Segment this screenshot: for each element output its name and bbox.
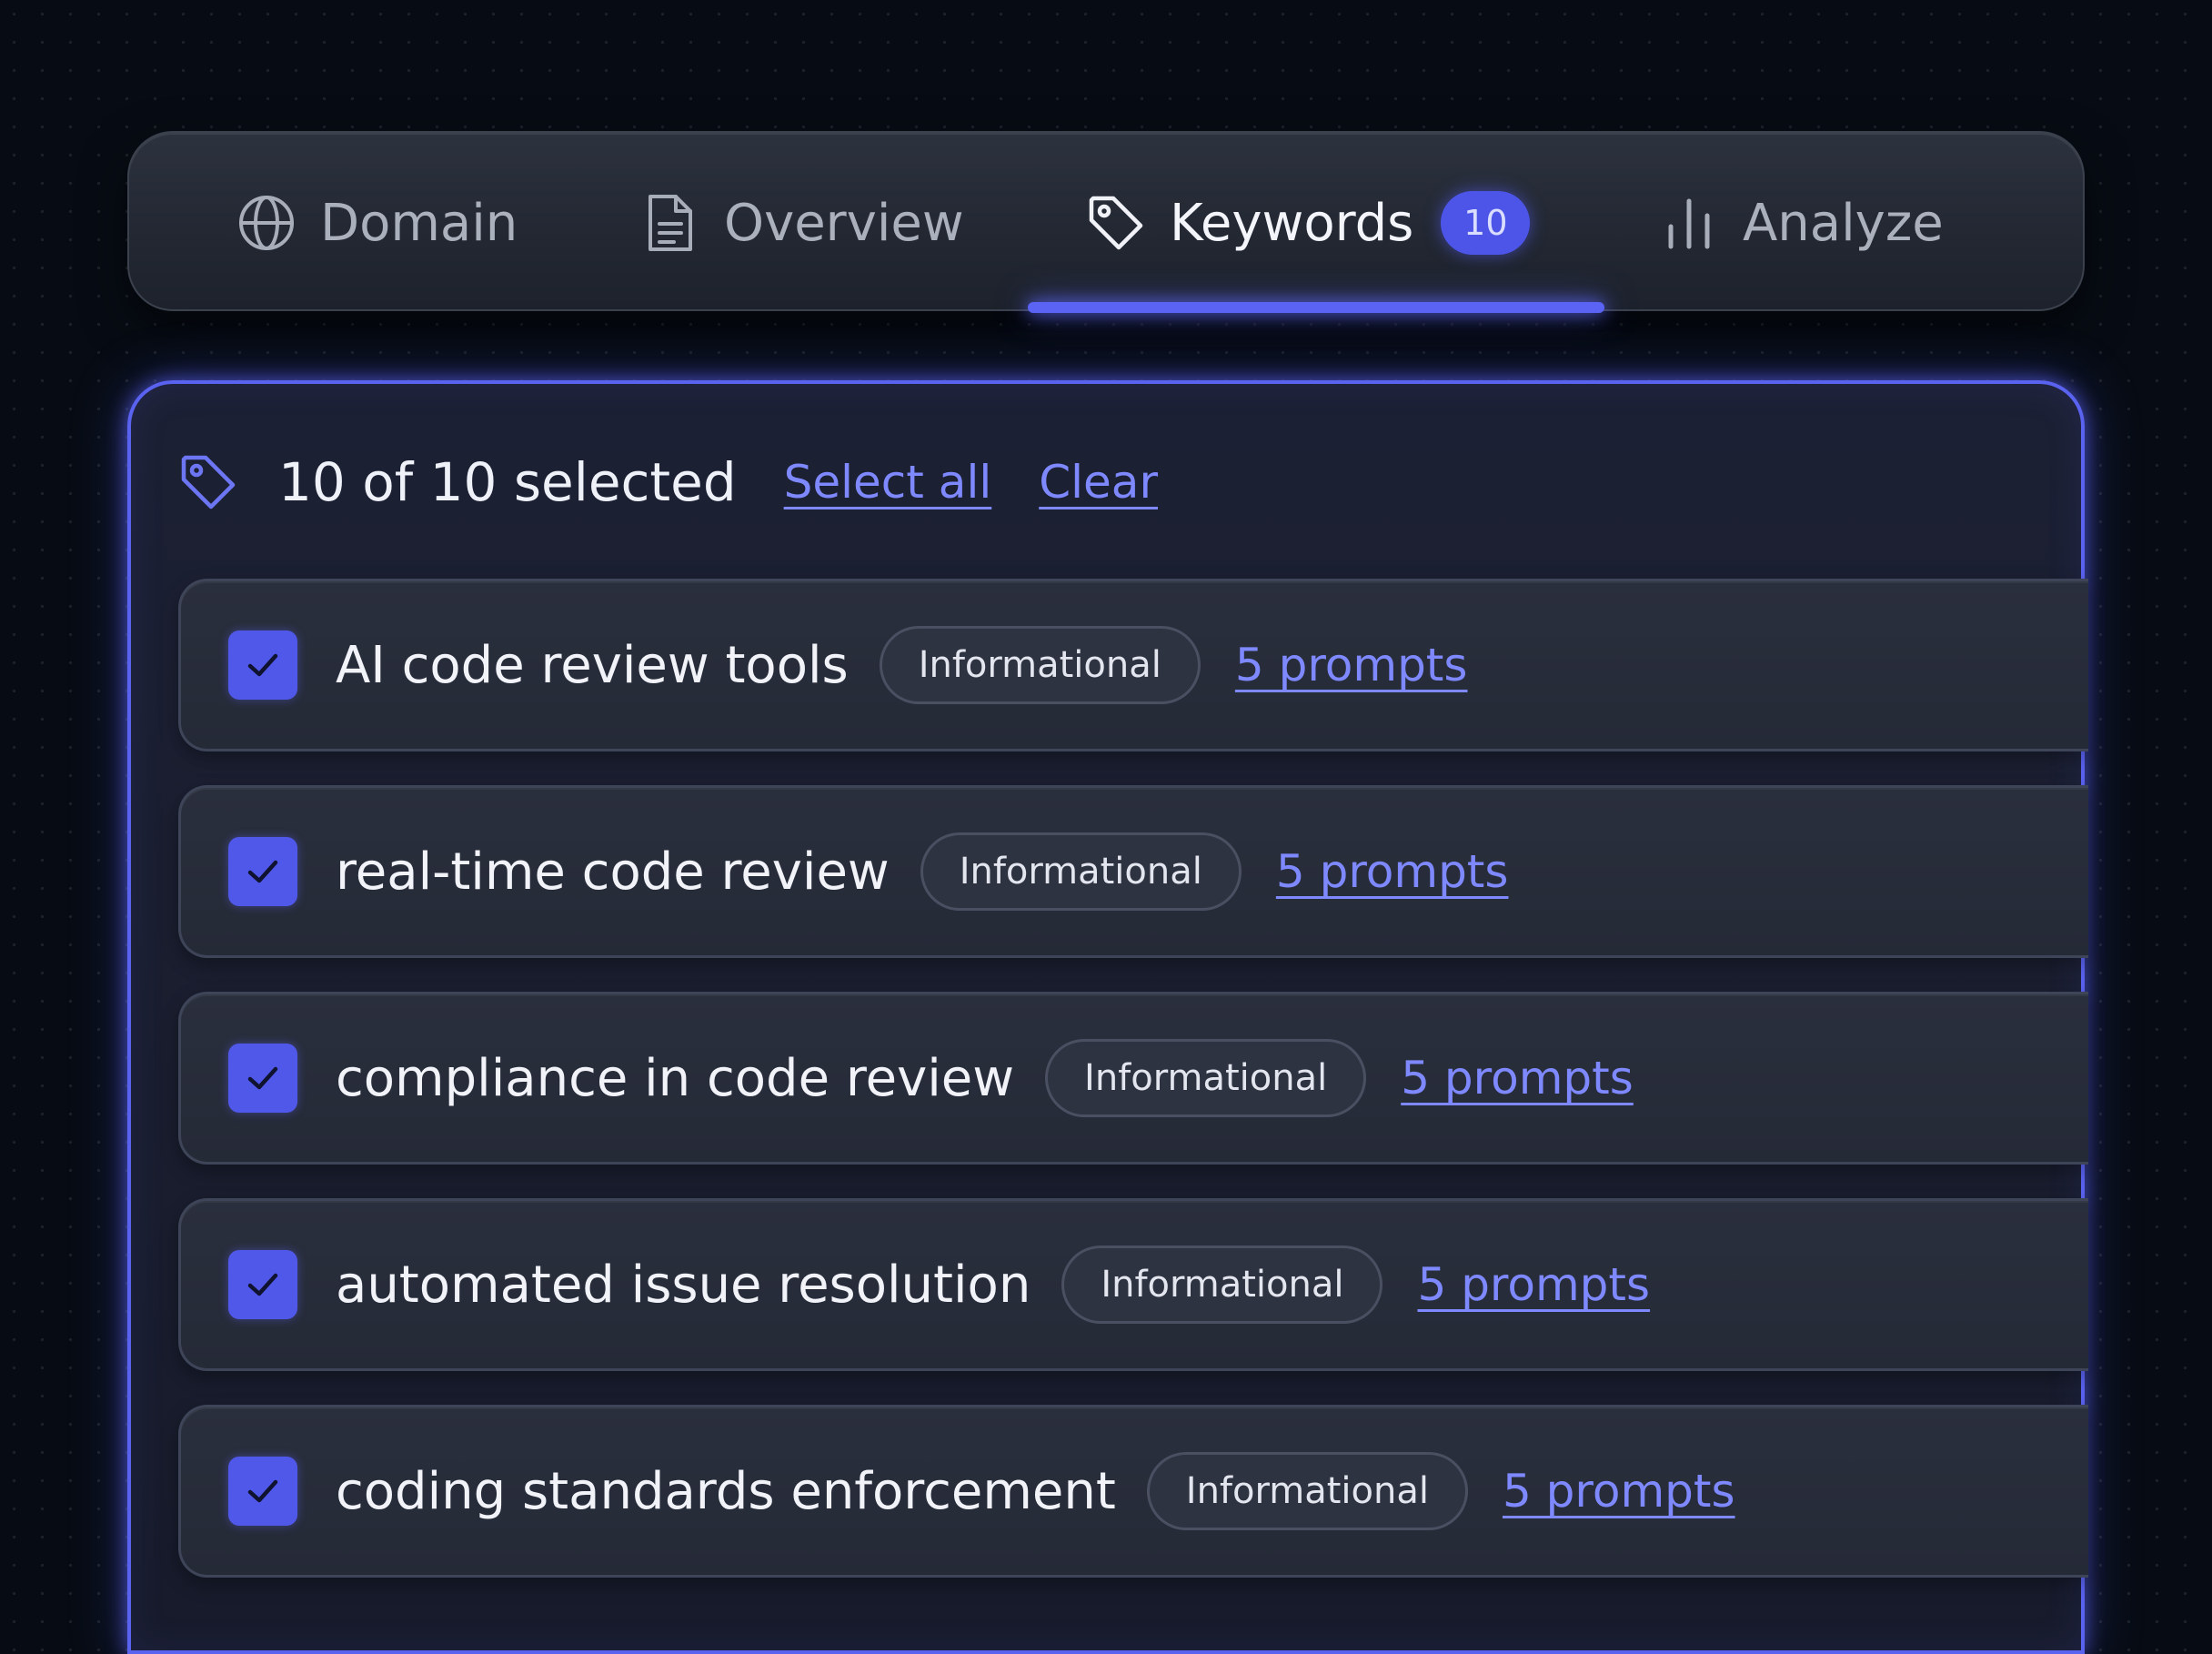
keyword-checkbox[interactable]	[228, 1457, 297, 1526]
keyword-checkbox[interactable]	[228, 837, 297, 906]
intent-badge: Informational	[920, 832, 1242, 911]
checkmark-icon	[247, 1066, 278, 1090]
active-tab-indicator	[1028, 302, 1604, 313]
prompts-link[interactable]: 5 prompts	[1276, 845, 1509, 898]
keyword-checkbox[interactable]	[228, 630, 297, 700]
checkmark-icon	[247, 1479, 278, 1503]
keyword-row: automated issue resolution Informational…	[178, 1198, 2088, 1371]
checkmark-icon	[247, 860, 278, 883]
checkmark-icon	[247, 1273, 278, 1296]
globe-icon	[236, 193, 297, 253]
keyword-label: automated issue resolution	[336, 1255, 1031, 1315]
document-icon	[640, 193, 700, 253]
tab-label: Keywords	[1170, 193, 1414, 253]
keyword-label: AI code review tools	[336, 635, 849, 695]
keyword-label: compliance in code review	[336, 1048, 1015, 1108]
tag-icon	[1086, 193, 1146, 253]
tab-label: Analyze	[1743, 193, 1944, 253]
intent-badge: Informational	[879, 626, 1201, 704]
prompts-link[interactable]: 5 prompts	[1417, 1258, 1650, 1311]
keyword-count-badge: 10	[1441, 191, 1531, 255]
keyword-panel: 10 of 10 selected Select all Clear AI co…	[127, 380, 2088, 1654]
selection-header: 10 of 10 selected Select all Clear	[176, 446, 1158, 519]
keyword-label: coding standards enforcement	[336, 1461, 1116, 1521]
tab-overview[interactable]: Overview	[640, 133, 964, 313]
prompts-link[interactable]: 5 prompts	[1235, 639, 1468, 691]
bar-chart-icon	[1659, 193, 1719, 253]
keyword-row: compliance in code review Informational …	[178, 992, 2088, 1165]
tag-icon	[176, 450, 240, 514]
tab-keywords[interactable]: Keywords 10	[1086, 133, 1531, 313]
tab-bar: Domain Overview Keywords 10 Analyze	[127, 131, 2085, 311]
keyword-label: real-time code review	[336, 842, 890, 902]
intent-badge: Informational	[1045, 1039, 1367, 1117]
tab-label: Overview	[724, 193, 964, 253]
keyword-row: real-time code review Informational 5 pr…	[178, 785, 2088, 958]
tab-label: Domain	[320, 193, 518, 253]
keyword-checkbox[interactable]	[228, 1250, 297, 1319]
prompts-link[interactable]: 5 prompts	[1503, 1465, 1735, 1518]
intent-badge: Informational	[1146, 1452, 1468, 1530]
tab-analyze[interactable]: Analyze	[1659, 133, 1944, 313]
keyword-row: AI code review tools Informational 5 pro…	[178, 579, 2088, 751]
tab-domain[interactable]: Domain	[236, 133, 518, 313]
select-all-link[interactable]: Select all	[784, 456, 992, 509]
prompts-link[interactable]: 5 prompts	[1401, 1052, 1634, 1104]
keyword-row: coding standards enforcement Information…	[178, 1405, 2088, 1578]
checkmark-icon	[247, 653, 278, 677]
keyword-checkbox[interactable]	[228, 1044, 297, 1113]
selected-count: 10 of 10 selected	[278, 451, 737, 513]
keyword-list: AI code review tools Informational 5 pro…	[178, 579, 2088, 1611]
intent-badge: Informational	[1061, 1246, 1383, 1324]
clear-link[interactable]: Clear	[1039, 456, 1158, 509]
